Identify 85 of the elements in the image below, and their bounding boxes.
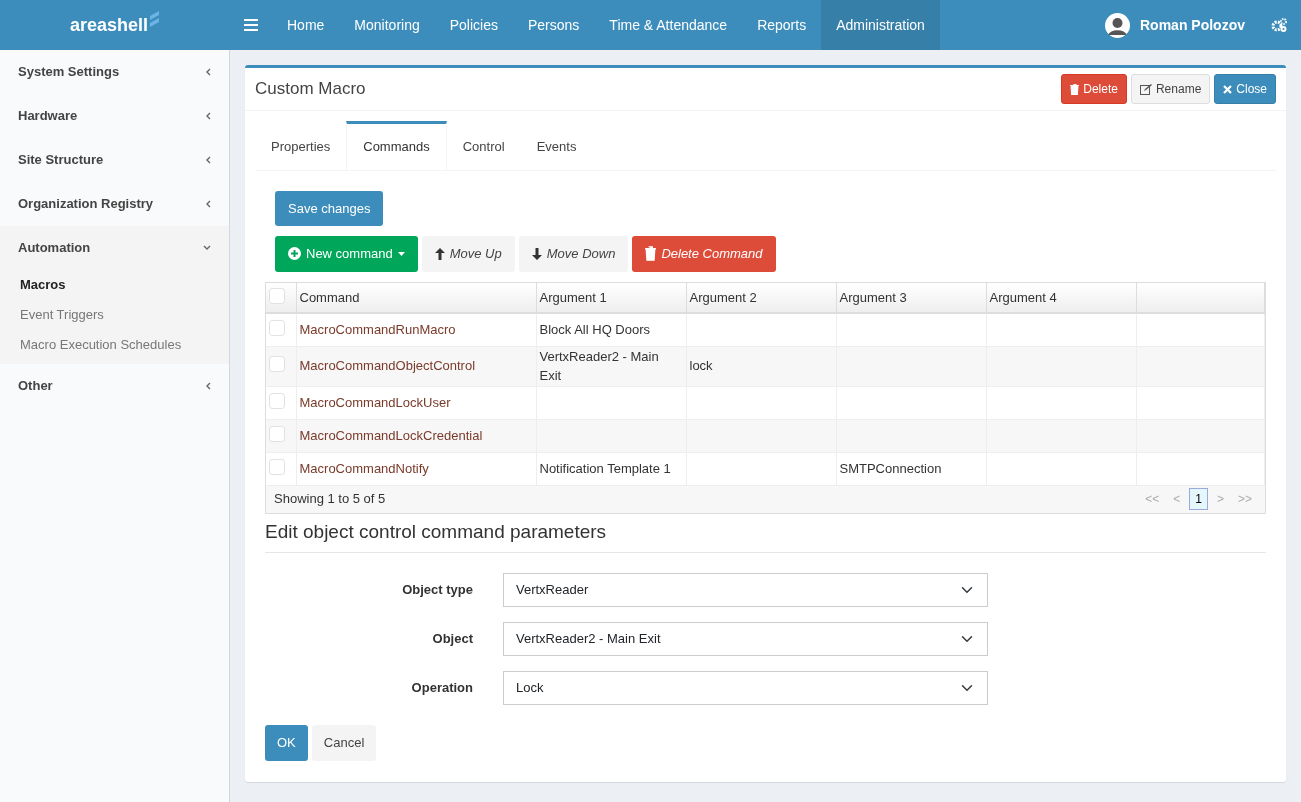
avatar-icon[interactable] [1105, 12, 1130, 38]
move-down-button[interactable]: Move Down [518, 236, 629, 272]
page-link[interactable]: << [1140, 489, 1165, 509]
brand-logo[interactable]: areashell [69, 11, 149, 39]
table-cell: MacroCommandLockUser [299, 394, 451, 410]
select-field[interactable]: VertxReader2 - Main Exit [503, 622, 988, 656]
delete-button[interactable]: Delete [1061, 74, 1127, 104]
nav-link[interactable]: Monitoring [339, 0, 435, 50]
user-name[interactable]: Roman Polozov [1140, 14, 1245, 36]
sidebar-item[interactable]: Other [0, 364, 229, 408]
record-count: Showing 1 to 5 of 5 [274, 490, 386, 509]
page-link[interactable]: < [1168, 489, 1186, 509]
checkbox[interactable] [269, 425, 285, 442]
checkbox[interactable] [269, 287, 285, 304]
panel-title: Custom Macro [255, 78, 366, 101]
close-icon [1223, 84, 1233, 94]
field-label: Object type [401, 581, 474, 600]
trash-icon [645, 246, 657, 262]
table-cell: lock [689, 358, 713, 374]
section-title: Edit object control command parameters [265, 513, 1266, 553]
table-cell: SMTPConnection [839, 460, 942, 476]
checkbox[interactable] [269, 458, 285, 475]
ok-button[interactable]: OK [265, 725, 308, 761]
nav-link[interactable]: Policies [434, 0, 513, 50]
chevron-left-icon [205, 382, 211, 390]
table-cell: MacroCommandObjectControl [299, 358, 476, 374]
column-header: Argument 2 [689, 289, 757, 305]
page-link[interactable]: 1 [1189, 488, 1208, 510]
tab[interactable]: Events [520, 121, 593, 170]
trash-icon [1070, 83, 1080, 95]
chevron-left-icon [205, 156, 211, 164]
nav-link[interactable]: Persons [513, 0, 595, 50]
table-cell: MacroCommandNotify [299, 460, 429, 476]
arrow-up-icon [434, 247, 445, 260]
tab[interactable]: Control [446, 121, 521, 170]
column-header: Argument 3 [839, 289, 907, 305]
sidebar-subitem[interactable]: Macro Execution Schedules [0, 330, 229, 360]
nav-link[interactable]: Home [272, 0, 340, 50]
select-field[interactable]: VertxReader [503, 573, 988, 607]
select-field[interactable]: Lock [503, 671, 988, 705]
table-cell: Notification Template 1 [539, 460, 671, 476]
table-cell: Block All HQ Doors [539, 322, 651, 337]
gears-icon[interactable] [1271, 18, 1287, 32]
sidebar-item[interactable]: Hardware [0, 94, 229, 138]
page-link[interactable]: > [1211, 489, 1229, 509]
sidebar-item[interactable]: System Settings [0, 50, 229, 94]
table-cell: VertxReader2 - Main Exit [539, 348, 659, 383]
sidebar-item[interactable]: Organization Registry [0, 182, 229, 226]
stripes-icon [150, 11, 161, 27]
caret-down-icon [397, 251, 405, 256]
sidebar-item[interactable]: Automation [0, 226, 229, 270]
rename-button[interactable]: Rename [1130, 74, 1211, 104]
column-header: Argument 1 [539, 289, 607, 305]
nav-link[interactable]: Reports [742, 0, 822, 50]
sidebar-subitem[interactable]: Event Triggers [0, 300, 229, 330]
table-cell: MacroCommandRunMacro [299, 322, 456, 337]
column-header: Command [299, 289, 360, 305]
checkbox[interactable] [269, 356, 285, 373]
arrow-down-icon [531, 247, 542, 260]
tab[interactable]: Commands [346, 121, 447, 170]
delete-command-button[interactable]: Delete Command [632, 236, 776, 272]
checkbox[interactable] [269, 392, 285, 409]
cancel-button[interactable]: Cancel [311, 725, 377, 761]
edit-icon [1139, 83, 1152, 95]
field-label: Object [431, 630, 474, 649]
save-changes-button[interactable]: Save changes [275, 190, 384, 226]
tab[interactable]: Properties [255, 121, 347, 170]
chevron-left-icon [205, 68, 211, 76]
page-link[interactable]: >> [1233, 489, 1257, 509]
table-cell: MacroCommandLockCredential [299, 427, 483, 443]
field-label: Operation [410, 679, 474, 698]
chevron-left-icon [205, 112, 211, 120]
new-command-button[interactable]: New command [275, 236, 418, 272]
column-header: Argument 4 [989, 289, 1057, 305]
sidebar-item[interactable]: Site Structure [0, 138, 229, 182]
chevron-left-icon [205, 200, 211, 208]
menu-icon[interactable] [244, 19, 258, 31]
sidebar-subitem[interactable]: Macros [0, 270, 229, 300]
nav-link[interactable]: Time & Attendance [594, 0, 743, 50]
chevron-down-icon [203, 245, 211, 251]
move-up-button[interactable]: Move Up [421, 236, 515, 272]
checkbox[interactable] [269, 320, 285, 336]
plus-circle-icon [288, 247, 301, 261]
nav-link[interactable]: Administration [821, 0, 940, 50]
close-button[interactable]: Close [1214, 74, 1276, 104]
